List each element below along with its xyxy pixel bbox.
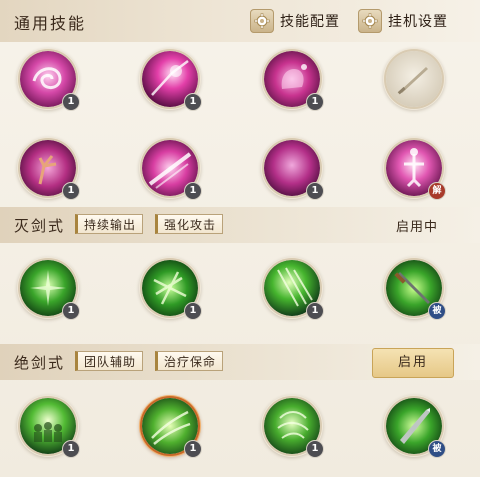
gear-icon [358, 9, 382, 33]
skill-slot-green-blade[interactable]: 被 [386, 398, 446, 458]
active-status-label: 启用中 [395, 220, 438, 235]
skill-slot-green-guard[interactable]: 1 [264, 398, 324, 458]
skill-level-badge: 1 [184, 93, 202, 111]
idle-settings-label: 挂机设置 [388, 14, 448, 30]
tag-heal-survival: 治疗保命 [155, 351, 224, 371]
skill-slot-pink-slash[interactable]: 1 [142, 140, 202, 200]
skill-slot-green-rain[interactable]: 1 [264, 260, 324, 320]
skill-slot-pink-swirl[interactable]: 1 [20, 51, 80, 111]
unlock-badge: 解 [428, 182, 446, 200]
skill-slot-pink-moon[interactable]: 1 [264, 140, 324, 200]
skill-level-badge: 1 [306, 93, 324, 111]
idle-settings-button[interactable]: 挂机设置 [358, 9, 448, 33]
skill-level-badge: 1 [184, 182, 202, 200]
passive-badge: 被 [428, 302, 446, 320]
skill-slot-green-burst[interactable]: 1 [20, 260, 80, 320]
general-skills-header: 通用技能 技能配置 挂机设置 [0, 0, 480, 42]
tag-enhance-attack: 强化攻击 [155, 214, 224, 234]
tag-sustained-damage: 持续输出 [75, 214, 144, 234]
skill-level-badge: 1 [62, 302, 80, 320]
skill-slot-green-heal[interactable]: 1 [142, 398, 202, 458]
locked-sword-icon [386, 51, 442, 107]
skill-config-label: 技能配置 [280, 14, 340, 30]
tag-team-support: 团队辅助 [75, 351, 144, 371]
skill-level-badge: 1 [62, 440, 80, 458]
skill-level-badge: 1 [62, 182, 80, 200]
skill-level-badge: 1 [306, 182, 324, 200]
general-skills-title: 通用技能 [14, 14, 87, 33]
skill-slot-pink-palm[interactable]: 1 [264, 51, 324, 111]
skill-level-badge: 1 [184, 302, 202, 320]
skill-slot-pink-hand[interactable]: 1 [20, 140, 80, 200]
skill-slot-pink-burst[interactable]: 1 [142, 51, 202, 111]
skill-slot-pink-figure[interactable]: 解 [386, 140, 446, 200]
skill-slot-green-sword[interactable]: 被 [386, 260, 446, 320]
skill-config-button[interactable]: 技能配置 [250, 9, 340, 33]
skills-panel: 通用技能 技能配置 挂机设置 1 1 1 1 1 1 解 灭剑式 持续输出 强化… [0, 0, 480, 477]
section-title: 灭剑式 [14, 217, 66, 235]
section-title: 绝剑式 [14, 354, 66, 372]
skill-level-badge: 1 [62, 93, 80, 111]
skill-level-badge: 1 [184, 440, 202, 458]
gear-icon [250, 9, 274, 33]
skill-level-badge: 1 [306, 440, 324, 458]
mie-jian-section-header: 灭剑式 持续输出 强化攻击 启用中 [0, 207, 480, 243]
skill-level-badge: 1 [306, 302, 324, 320]
skill-slot-green-team[interactable]: 1 [20, 398, 80, 458]
enable-button[interactable]: 启用 [372, 348, 454, 378]
skill-slot-green-blades[interactable]: 1 [142, 260, 202, 320]
skill-slot-locked-sword[interactable] [386, 51, 442, 107]
jue-jian-section-header: 绝剑式 团队辅助 治疗保命 启用 [0, 344, 480, 380]
passive-badge: 被 [428, 440, 446, 458]
